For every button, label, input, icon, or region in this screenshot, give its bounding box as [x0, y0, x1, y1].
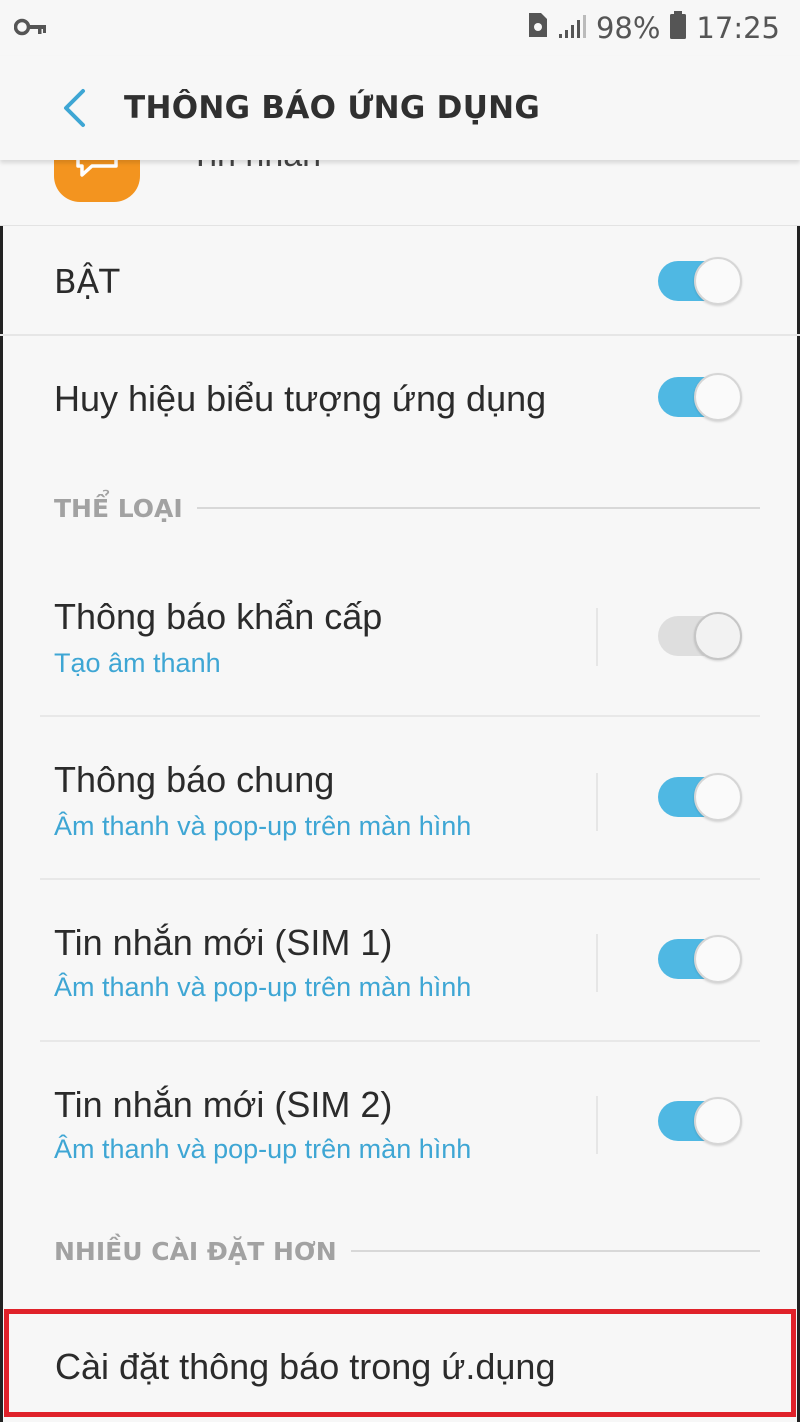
app-bar: THÔNG BÁO ỨNG DỤNG: [0, 56, 800, 160]
app-icon-badge-label: Huy hiệu biểu tượng ứng dụng: [54, 378, 547, 419]
key-icon: [13, 11, 48, 45]
master-toggle-label: BẬT: [54, 261, 120, 301]
category-sim1-toggle[interactable]: [658, 935, 742, 983]
more-settings-section-title: NHIỀU CÀI ĐẶT HƠN: [54, 1236, 337, 1266]
category-title: Tin nhắn mới (SIM 1): [54, 922, 393, 963]
vertical-divider: [596, 1096, 598, 1154]
categories-section-header: THỂ LOẠI: [54, 488, 760, 528]
battery-level: 98%: [595, 11, 661, 45]
vertical-divider: [596, 934, 598, 992]
app-icon-badge-toggle[interactable]: [658, 373, 742, 421]
sim-icon: [526, 11, 548, 45]
category-title: Thông báo khẩn cấp: [54, 596, 383, 637]
master-toggle[interactable]: [658, 257, 742, 305]
category-subtitle: Tạo âm thanh: [54, 648, 221, 678]
app-icon-badge-row[interactable]: Huy hiệu biểu tượng ứng dụng: [0, 336, 800, 462]
page-title: THÔNG BÁO ỨNG DỤNG: [124, 90, 541, 126]
category-general-row[interactable]: Thông báo chung Âm thanh và pop-up trên …: [0, 717, 800, 879]
section-line: [350, 1250, 760, 1252]
status-bar: 98% 17:25: [0, 0, 800, 56]
category-sim2-toggle[interactable]: [658, 1097, 742, 1145]
app-header: Tin nhắn: [0, 160, 800, 226]
back-button[interactable]: [38, 68, 110, 148]
category-subtitle: Âm thanh và pop-up trên màn hình: [54, 811, 472, 841]
category-title: Tin nhắn mới (SIM 2): [54, 1084, 393, 1125]
category-emergency-row[interactable]: Thông báo khẩn cấp Tạo âm thanh: [0, 556, 800, 718]
signal-icon: [558, 11, 586, 45]
category-title: Thông báo chung: [54, 759, 335, 800]
category-sim1-row[interactable]: Tin nhắn mới (SIM 1) Âm thanh và pop-up …: [0, 880, 800, 1042]
chevron-left-icon: [64, 89, 85, 127]
in-app-notification-settings-label: Cài đặt thông báo trong ứ.dụng: [55, 1346, 556, 1387]
battery-icon: [670, 10, 687, 46]
vertical-divider: [596, 608, 598, 666]
more-settings-section-header: NHIỀU CÀI ĐẶT HƠN: [54, 1231, 760, 1271]
category-subtitle: Âm thanh và pop-up trên màn hình: [54, 972, 472, 1002]
vertical-divider: [596, 773, 598, 831]
messages-app-icon: [54, 160, 140, 202]
category-sim2-row[interactable]: Tin nhắn mới (SIM 2) Âm thanh và pop-up …: [0, 1042, 800, 1204]
category-subtitle: Âm thanh và pop-up trên màn hình: [54, 1134, 472, 1164]
category-general-toggle[interactable]: [658, 773, 742, 821]
section-line: [196, 507, 760, 509]
categories-section-title: THỂ LOẠI: [54, 493, 183, 523]
app-name: Tin nhắn: [190, 160, 321, 175]
in-app-notification-settings-row[interactable]: Cài đặt thông báo trong ứ.dụng: [4, 1309, 796, 1417]
master-toggle-row[interactable]: BẬT: [0, 228, 800, 334]
category-emergency-toggle[interactable]: [658, 612, 742, 660]
clock: 17:25: [696, 11, 780, 45]
